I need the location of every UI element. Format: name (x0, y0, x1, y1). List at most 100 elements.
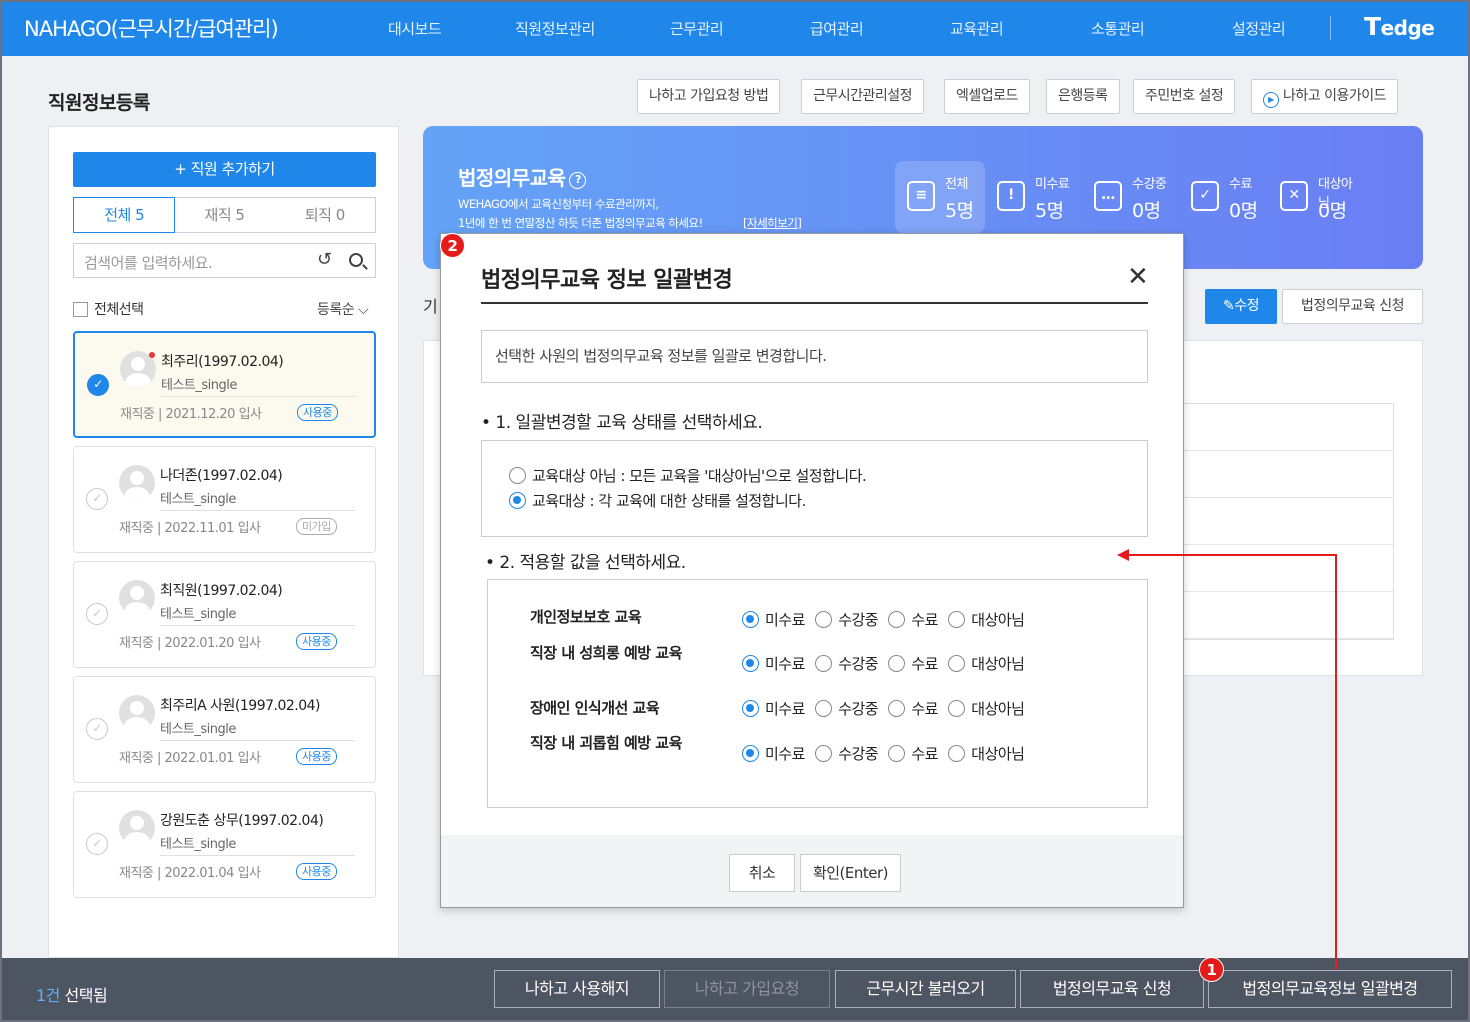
employee-info: 재직중 | 2022.01.01 입사 (119, 751, 261, 766)
check-icon[interactable]: ✓ (86, 718, 108, 740)
radio-in-progress[interactable]: 수강중 (815, 609, 879, 630)
radio-completed[interactable]: 수료 (888, 743, 938, 764)
radio-in-progress[interactable]: 수강중 (815, 653, 879, 674)
radio-incomplete[interactable]: 미수료 (742, 698, 805, 719)
selected-check-icon[interactable]: ✓ (87, 374, 109, 396)
cancel-nahago-button[interactable]: 나하고 사용해지 (494, 970, 660, 1008)
close-icon[interactable]: ✕ (1127, 264, 1149, 290)
stat-all[interactable]: ≡ 전체 5명 (895, 161, 985, 233)
row-label-privacy: 개인정보보호 교육 (530, 608, 642, 626)
selected-count-label: 선택됨 (64, 986, 108, 1005)
check-icon[interactable]: ✓ (86, 833, 108, 855)
employee-card[interactable]: ✓ 나더존(1997.02.04) 테스트_single 재직중 | 2022.… (73, 446, 376, 553)
check-icon: ✓ (1191, 181, 1219, 211)
nav-work[interactable]: 근무관리 (670, 18, 724, 39)
sort-label: 등록순 (317, 302, 355, 318)
details-link[interactable]: [자세히보기] (743, 215, 802, 231)
work-time-settings-button[interactable]: 근무시간관리설정 (801, 79, 925, 114)
chevron-down-icon: ⌵ (358, 302, 369, 318)
banner-title: 법정의무교육? (458, 162, 587, 191)
radio-not-target[interactable]: 대상아님 (948, 698, 1025, 719)
employee-card[interactable]: ✓ 최직원(1997.02.04) 테스트_single 재직중 | 2022.… (73, 561, 376, 668)
employee-list-panel: + 직원 추가하기 전체 5 재직 5 퇴직 0 검색어를 입력하세요. ↺ 전… (48, 126, 399, 958)
check-icon[interactable]: ✓ (86, 603, 108, 625)
section-1-box: 교육대상 아님 : 모든 교육을 '대상아님'으로 설정합니다. 교육대상 : … (481, 440, 1148, 537)
row-options: 미수료 수강중 수료 대상아님 (742, 743, 1030, 764)
add-employee-button[interactable]: + 직원 추가하기 (73, 152, 376, 187)
nahago-join-request-button[interactable]: 나하고 가입요청 (664, 970, 830, 1008)
radio-selected-icon (509, 492, 526, 509)
radio-incomplete[interactable]: 미수료 (742, 743, 805, 764)
radio-incomplete[interactable]: 미수료 (742, 653, 805, 674)
radio-not-target[interactable]: 대상아님 (948, 743, 1025, 764)
cancel-button[interactable]: 취소 (729, 854, 795, 892)
edit-button[interactable]: ✎수정 (1205, 289, 1277, 324)
employee-card[interactable]: ✓ 강원도춘 상무(1997.02.04) 테스트_single 재직중 | 2… (73, 791, 376, 898)
load-work-time-button[interactable]: 근무시간 불러오기 (835, 970, 1016, 1008)
confirm-button[interactable]: 확인(Enter) (800, 854, 901, 892)
stat-incomplete[interactable]: ! 미수료 5명 (985, 161, 1075, 233)
alert-icon: ! (997, 181, 1025, 211)
nav-settings[interactable]: 설정관리 (1232, 18, 1286, 39)
tab-all[interactable]: 전체 5 (73, 197, 176, 233)
employee-card[interactable]: ✓ 최주리A 사원(1997.02.04) 테스트_single 재직중 | 2… (73, 676, 376, 783)
nav-dashboard[interactable]: 대시보드 (388, 18, 442, 39)
stat-not-target[interactable]: ✕ 대상아님 0명 (1268, 161, 1358, 233)
dots-icon: … (1094, 181, 1122, 211)
education-apply-button[interactable]: 법정의무교육 신청 (1282, 289, 1423, 324)
bulk-education-change-button[interactable]: 법정의무교육정보 일괄변경 (1208, 970, 1452, 1008)
brand-title[interactable]: NAHAGO(근무시간/급여관리) (24, 13, 279, 43)
choice-label: 미수료 (765, 700, 805, 718)
nav-education[interactable]: 교육관리 (950, 18, 1004, 39)
row-options: 미수료 수강중 수료 대상아님 (742, 609, 1030, 630)
stat-value: 5명 (945, 200, 974, 222)
option-target[interactable]: 교육대상 : 각 교육에 대한 상태를 설정합니다. (509, 490, 806, 511)
tedge-logo[interactable]: Tedge (1364, 12, 1435, 41)
top-nav: NAHAGO(근무시간/급여관리) 대시보드 직원정보관리 근무관리 급여관리 … (0, 0, 1470, 56)
bottom-action-bar: 1건 선택됨 나하고 사용해지 나하고 가입요청 근무시간 불러오기 법정의무교… (0, 958, 1470, 1022)
radio-completed[interactable]: 수료 (888, 698, 938, 719)
radio-not-target[interactable]: 대상아님 (948, 653, 1025, 674)
stat-in-progress[interactable]: … 수강중 0명 (1082, 161, 1172, 233)
radio-not-target[interactable]: 대상아님 (948, 609, 1025, 630)
join-request-method-button[interactable]: 나하고 가입요청 방법 (637, 79, 781, 114)
sort-dropdown[interactable]: 등록순 ⌵ (317, 299, 369, 319)
radio-icon (888, 745, 906, 762)
tab-employed[interactable]: 재직 5 (174, 198, 274, 232)
employee-team: 테스트_single (160, 607, 236, 622)
radio-icon (509, 467, 526, 484)
resident-number-settings-button[interactable]: 주민번호 설정 (1133, 79, 1236, 114)
nav-communication[interactable]: 소통관리 (1091, 18, 1145, 39)
modal-notice: 선택한 사원의 법정의무교육 정보를 일괄로 변경합니다. (481, 330, 1148, 383)
radio-in-progress[interactable]: 수강중 (815, 743, 879, 764)
stat-label: 수료 (1229, 177, 1252, 192)
radio-completed[interactable]: 수료 (888, 653, 938, 674)
employee-card[interactable]: ✓ 최주리(1997.02.04) 테스트_single 재직중 | 2021.… (73, 331, 376, 438)
education-request-button[interactable]: 법정의무교육 신청 (1020, 970, 1204, 1008)
tab-retired[interactable]: 퇴직 0 (275, 198, 375, 232)
excel-upload-button[interactable]: 엑셀업로드 (944, 79, 1030, 114)
help-icon[interactable]: ? (569, 172, 587, 189)
usage-guide-label: 나하고 이용가이드 (1283, 88, 1387, 104)
option-not-target[interactable]: 교육대상 아님 : 모든 교육을 '대상아님'으로 설정합니다. (509, 465, 867, 486)
radio-icon (948, 655, 966, 672)
search-input[interactable]: 검색어를 입력하세요. ↺ (73, 243, 376, 278)
bank-register-button[interactable]: 은행등록 (1046, 79, 1120, 114)
annotation-arrow-line (1335, 555, 1337, 970)
stat-value: 0명 (1318, 200, 1347, 222)
radio-incomplete[interactable]: 미수료 (742, 609, 805, 630)
usage-guide-button[interactable]: ▶ 나하고 이용가이드 (1251, 79, 1398, 114)
radio-in-progress[interactable]: 수강중 (815, 698, 879, 719)
nav-employee-info[interactable]: 직원정보관리 (515, 18, 595, 39)
check-icon[interactable]: ✓ (86, 488, 108, 510)
nav-payroll[interactable]: 급여관리 (810, 18, 864, 39)
select-all-checkbox[interactable]: 전체선택 (73, 299, 144, 319)
choice-label: 수료 (911, 700, 938, 718)
radio-completed[interactable]: 수료 (888, 609, 938, 630)
detail-tab[interactable]: 기 (423, 293, 438, 317)
reset-icon[interactable]: ↺ (317, 249, 332, 270)
step-1-marker: 1 (1199, 957, 1224, 982)
stat-value: 5명 (1035, 200, 1064, 222)
search-icon[interactable] (349, 253, 363, 267)
stat-completed[interactable]: ✓ 수료 0명 (1179, 161, 1269, 233)
